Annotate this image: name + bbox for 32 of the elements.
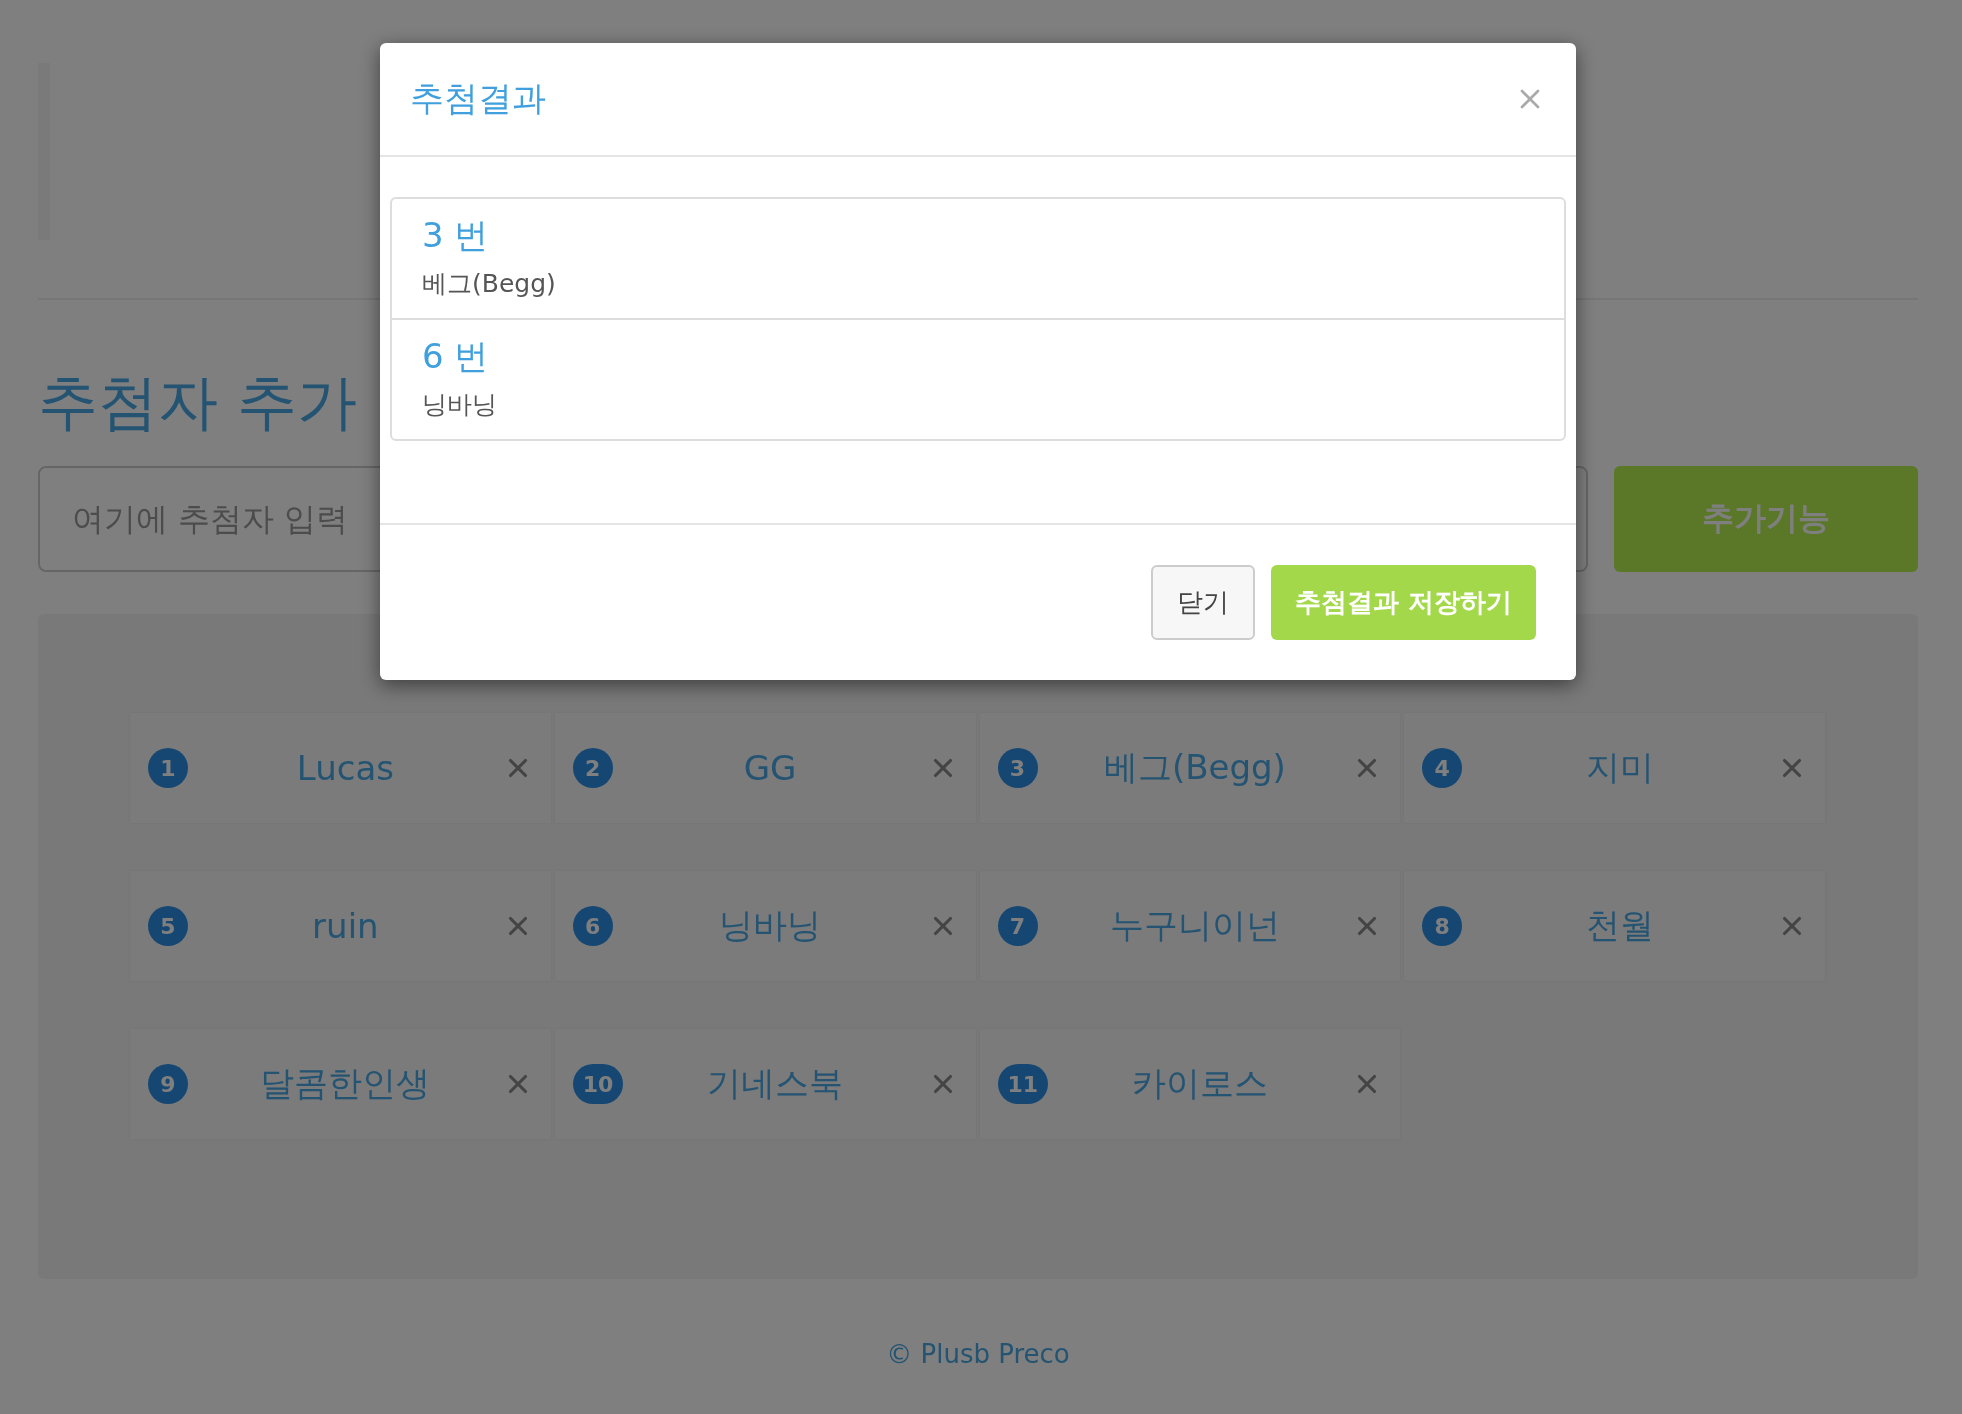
page-heading: 추첨자 추가	[38, 366, 358, 439]
participant-name: 천월	[1584, 904, 1655, 947]
number-badge: 7	[997, 906, 1038, 946]
participant-name: Lucas	[295, 748, 395, 788]
participant-name: GG	[742, 748, 798, 788]
add-feature-button[interactable]: 추가기능	[1614, 466, 1918, 572]
number-badge: 9	[148, 1064, 188, 1104]
number-badge: 3	[997, 748, 1038, 788]
result-number: 6 번	[422, 335, 489, 378]
save-button[interactable]: 추첨결과 저장하기	[1270, 565, 1536, 640]
result-name: 베그(Begg)	[422, 268, 556, 300]
participant-name: 지미	[1584, 746, 1655, 789]
footer-copyright: © Plusb Preco	[886, 1339, 1070, 1369]
number-badge: 11	[997, 1064, 1049, 1104]
result-number: 3 번	[422, 214, 489, 257]
participant-name: 카이로스	[1131, 1062, 1270, 1105]
number-badge: 6	[572, 906, 613, 946]
participant-name: 달콤한인생	[259, 1062, 432, 1105]
participant-name: 누구니이넌	[1108, 904, 1281, 947]
close-dialog-button[interactable]: 닫기	[1150, 565, 1255, 640]
participant-name: 닝바닝	[718, 904, 823, 947]
number-badge: 10	[572, 1064, 624, 1104]
number-badge: 2	[572, 748, 613, 788]
participant-name: ruin	[311, 906, 380, 946]
result-name: 닝바닝	[422, 389, 497, 421]
number-badge: 1	[148, 748, 188, 788]
number-badge: 8	[1422, 906, 1463, 946]
number-badge: 4	[1422, 748, 1463, 788]
dialog-title: 추첨결과	[410, 77, 546, 120]
participant-name: 기네스북	[706, 1062, 845, 1105]
number-badge: 5	[148, 906, 188, 946]
participant-name: 베그(Begg)	[1102, 746, 1287, 789]
